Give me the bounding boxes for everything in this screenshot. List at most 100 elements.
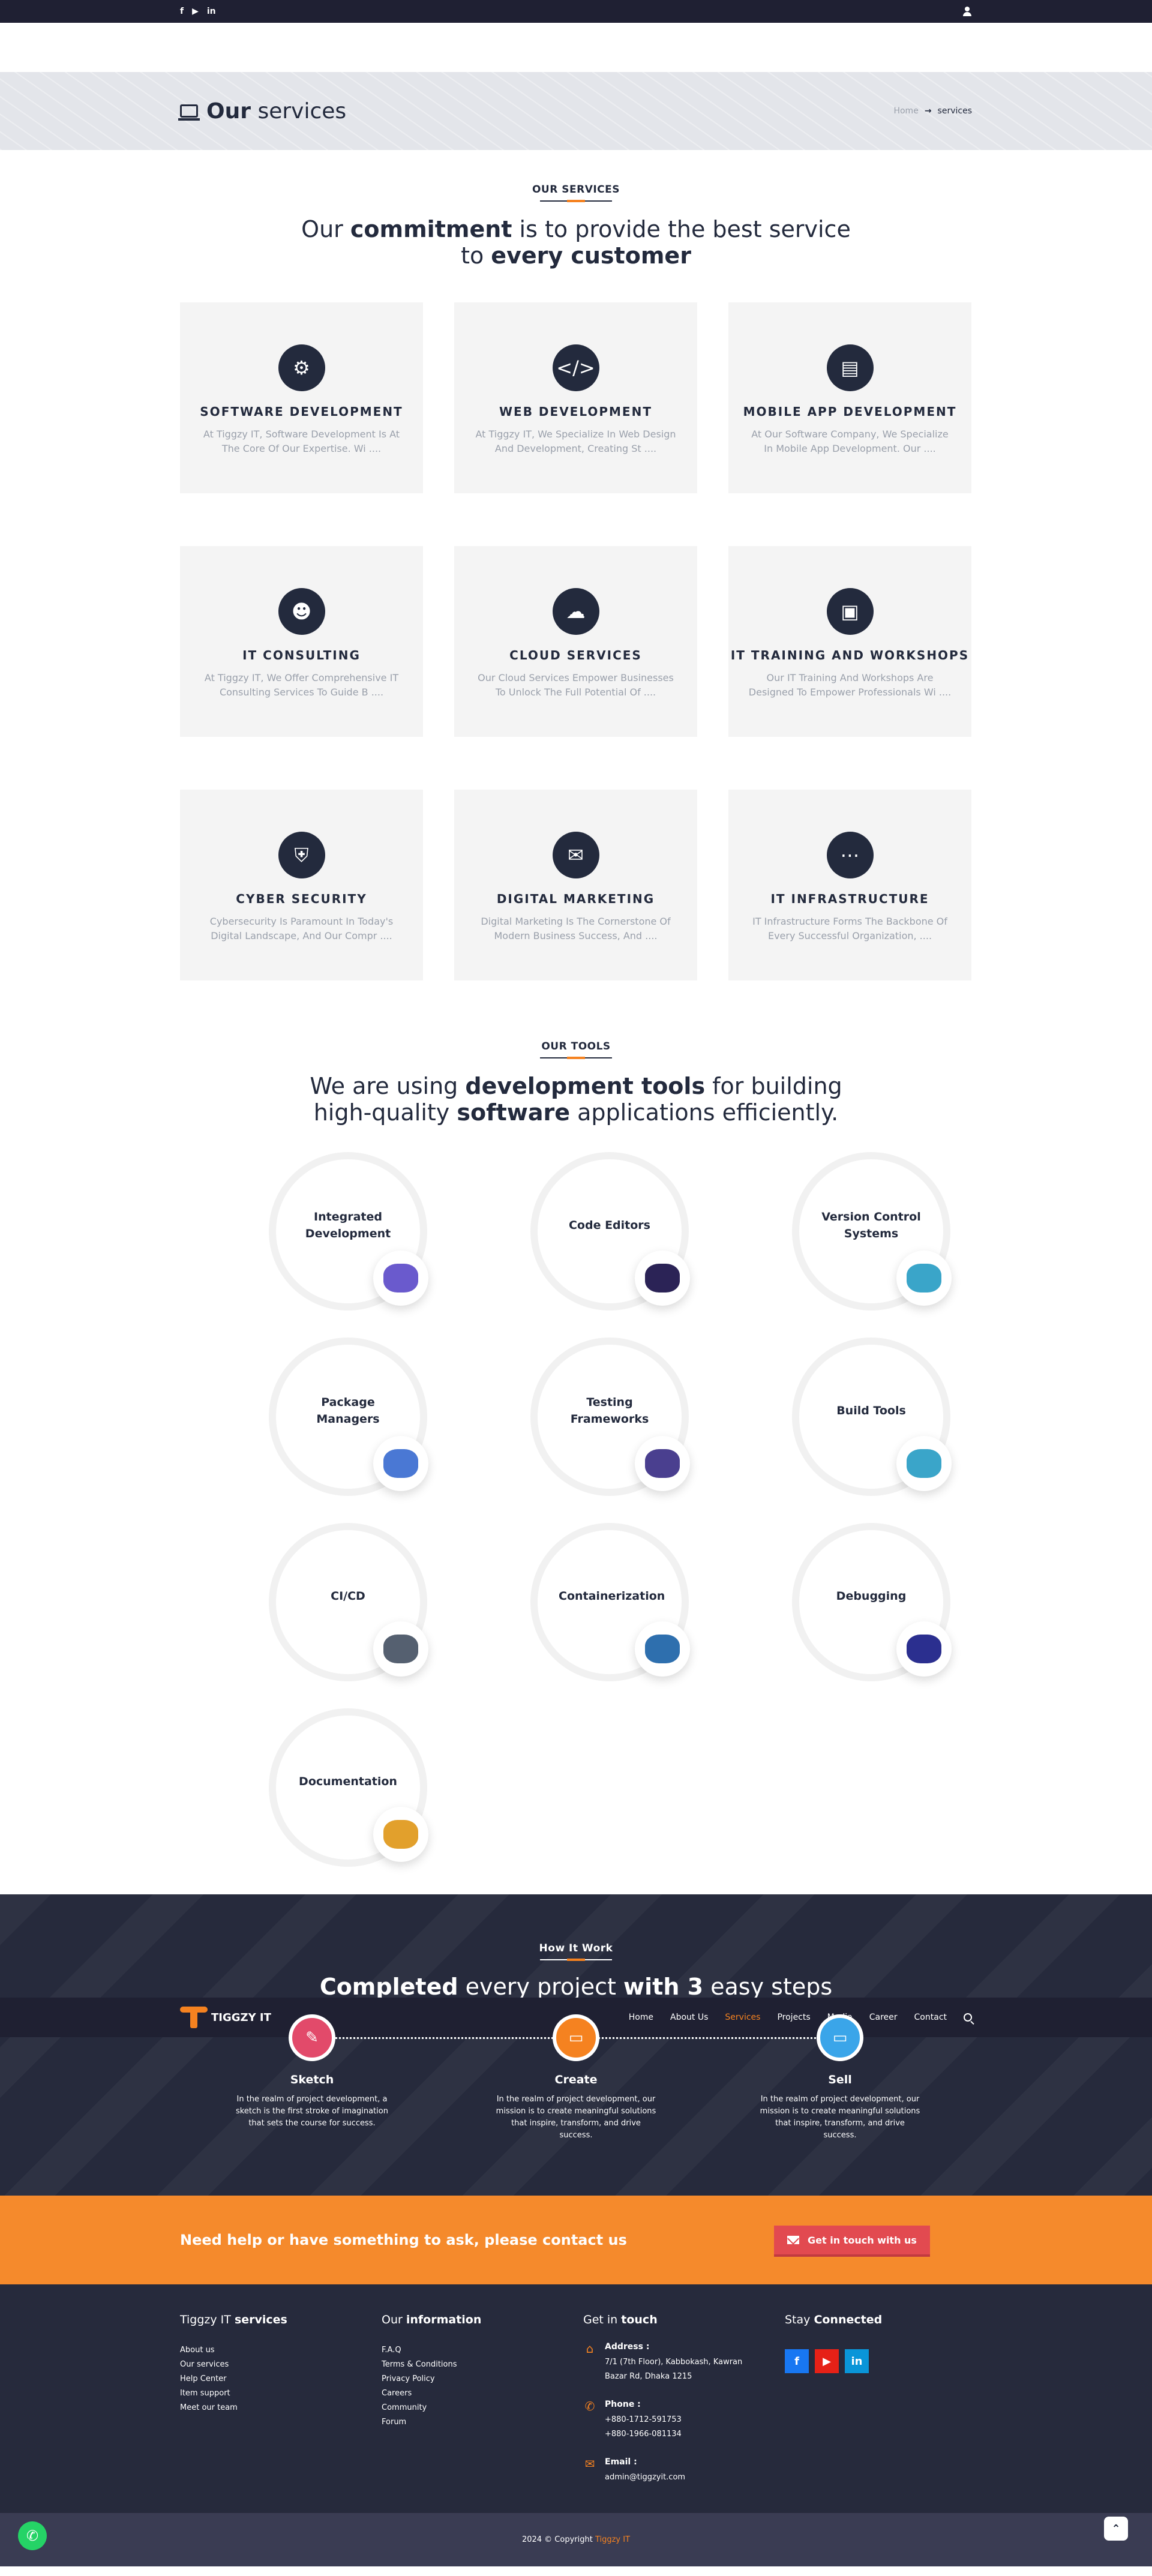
cloud-server-icon: ☁ [552,588,599,635]
footer-heading: Stay Connected [785,2313,883,2326]
footer-link[interactable]: Privacy Policy [382,2372,583,2386]
tool-name: Build Tools [836,1404,906,1417]
service-description: Our Cloud Services Empower Businesses To… [478,672,674,698]
nav-link-career[interactable]: Career [869,2013,898,2022]
step-title: Create [554,2073,598,2086]
step-item: ✎ Sketch In the realm of project developme… [180,2014,444,2142]
get-in-touch-label: Get in touch with us [808,2234,917,2246]
footer-link[interactable]: Help Center [180,2372,382,2386]
tool-circle[interactable]: Debugging [792,1523,952,1681]
visual-studio-icon [645,1264,680,1293]
footer-link[interactable]: Forum [382,2415,583,2430]
contact-address: ⌂ Address : 7/1 (7th Floor), Kabbokash, … [583,2342,785,2384]
footer-col-information: Our information F.A.Q Terms & Conditions P… [382,2313,583,2485]
infinity-icon [907,1449,941,1478]
nav-links: HomeAbout UsServicesProjectsMediaCareerC… [629,2013,972,2022]
tool-circle[interactable]: Testing Frameworks [530,1338,690,1496]
service-title: IT INFRASTRUCTURE [770,892,929,906]
footer-col-services: Tiggzy IT services About us Our services H… [180,2313,382,2485]
services-headline: Our commitment is to provide the best se… [301,216,851,269]
top-bar: f ▶ in [0,0,1152,23]
search-icon[interactable] [964,2013,972,2022]
laptop-icon [178,104,200,121]
service-card[interactable]: ▣ IT TRAINING AND WORKSHOPS Our IT Trainin… [728,546,971,737]
footer-link[interactable]: About us [180,2343,382,2358]
step-item: ▭ Create In the realm of project developme… [444,2014,708,2142]
footer-link[interactable]: Careers [382,2386,583,2401]
service-description: At Tiggzy IT, We Specialize In Web Desig… [475,428,676,454]
service-card[interactable]: ▤ MOBILE APP DEVELOPMENT At Our Software C… [728,302,971,493]
service-card[interactable]: ⋯ IT INFRASTRUCTURE IT Infrastructure Form… [728,790,971,980]
service-card[interactable]: </> WEB DEVELOPMENT At Tiggzy IT, We Speci… [454,302,697,493]
phone-1[interactable]: +880-1712-591753 [605,2413,755,2427]
service-description: Digital Marketing Is The Cornerstone Of … [481,916,671,941]
tool-name: Version Control Systems [821,1210,921,1240]
tool-badge [373,1250,428,1306]
facebook-icon[interactable]: f [785,2349,809,2373]
nav-link-home[interactable]: Home [629,2013,653,2022]
footer-link[interactable]: Meet our team [180,2401,382,2415]
phone-2[interactable]: +880-1966-081134 [605,2427,755,2442]
copyright-brand[interactable]: Tiggzy IT [595,2535,630,2544]
tool-badge [896,1621,952,1677]
logo[interactable]: TIGGZY IT [180,2005,271,2029]
tool-circle[interactable]: Package Managers [269,1338,428,1496]
get-in-touch-button[interactable]: Get in touch with us [774,2226,930,2254]
breadcrumb-home[interactable]: Home [893,106,918,116]
service-card[interactable]: ☻ IT CONSULTING At Tiggzy IT, We Offer Com… [180,546,423,737]
tool-badge [635,1436,690,1491]
email-value[interactable]: admin@tiggzyit.com [605,2470,755,2485]
whatsapp-icon[interactable]: ✆ [18,2521,47,2550]
page-title-band: Our services Home → services [0,72,1152,150]
tool-circle[interactable]: Integrated Development [269,1152,428,1311]
footer-link[interactable]: Our services [180,2358,382,2372]
back-to-top-button[interactable]: ⌃ [1104,2517,1128,2541]
service-title: CLOUD SERVICES [509,648,642,662]
service-card[interactable]: ⚙ SOFTWARE DEVELOPMENT At Tiggzy IT, Softw… [180,302,423,493]
service-card[interactable]: ✉ DIGITAL MARKETING Digital Marketing Is T… [454,790,697,980]
service-description: Cybersecurity Is Paramount In Today's Di… [209,916,394,941]
footer-col-contact: Get in touch ⌂ Address : 7/1 (7th Floor)… [583,2313,785,2485]
contact-phone: ✆ Phone : +880-1712-591753 +880-1966-081… [583,2400,785,2442]
service-card[interactable]: ☁ CLOUD SERVICES Our Cloud Services Empowe… [454,546,697,737]
shield-lock-icon: ⛨ [278,832,325,878]
tool-circle[interactable]: Containerization [530,1523,690,1681]
tools-headline: We are using development tools for build… [310,1073,842,1126]
service-description: IT Infrastructure Forms The Backbone Of … [752,916,947,941]
arrow-right-icon: → [924,106,932,116]
footer-link[interactable]: Community [382,2401,583,2415]
mobile-app-icon: ▤ [826,344,874,391]
linkedin-icon[interactable]: in [207,7,216,16]
footer-link[interactable]: Terms & Conditions [382,2358,583,2372]
youtube-icon[interactable]: ▶ [815,2349,839,2373]
tool-badge [373,1621,428,1677]
footer-link[interactable]: F.A.Q [382,2343,583,2358]
tool-badge [896,1250,952,1306]
services-section: OUR SERVICES Our commitment is to provid… [0,150,1152,980]
tool-circle[interactable]: CI/CD [269,1523,428,1681]
steps-row: ✎ Sketch In the realm of project developme… [0,2014,1152,2142]
tool-badge [896,1436,952,1491]
footer-links: About us Our services Help Center Item supp… [180,2343,382,2415]
nav-link-about-us[interactable]: About Us [670,2013,708,2022]
service-description: Our IT Training And Workshops Are Design… [748,672,952,698]
facebook-icon[interactable]: f [180,7,184,16]
services-eyebrow: OUR SERVICES [532,184,620,196]
nav-link-services[interactable]: Services [725,2013,760,2022]
linkedin-icon[interactable]: in [845,2349,869,2373]
tool-circle[interactable]: Build Tools [792,1338,952,1496]
footer-link[interactable]: Item support [180,2386,382,2401]
tool-circle[interactable]: Code Editors [530,1152,690,1311]
user-icon[interactable] [962,7,972,16]
nav-link-contact[interactable]: Contact [914,2013,947,2022]
tool-circle[interactable]: Version Control Systems [792,1152,952,1311]
address-label: Address : [605,2342,650,2352]
service-card[interactable]: ⛨ CYBER SECURITY Cybersecurity Is Paramoun… [180,790,423,980]
footer: Tiggzy IT services About us Our services H… [0,2284,1152,2513]
tool-circle[interactable]: Documentation [269,1708,428,1867]
page-title-bold: Our [206,98,251,124]
youtube-icon[interactable]: ▶ [192,7,199,16]
nav-link-projects[interactable]: Projects [777,2013,810,2022]
step-title: Sketch [290,2073,334,2086]
breadcrumb-current: services [937,106,972,116]
